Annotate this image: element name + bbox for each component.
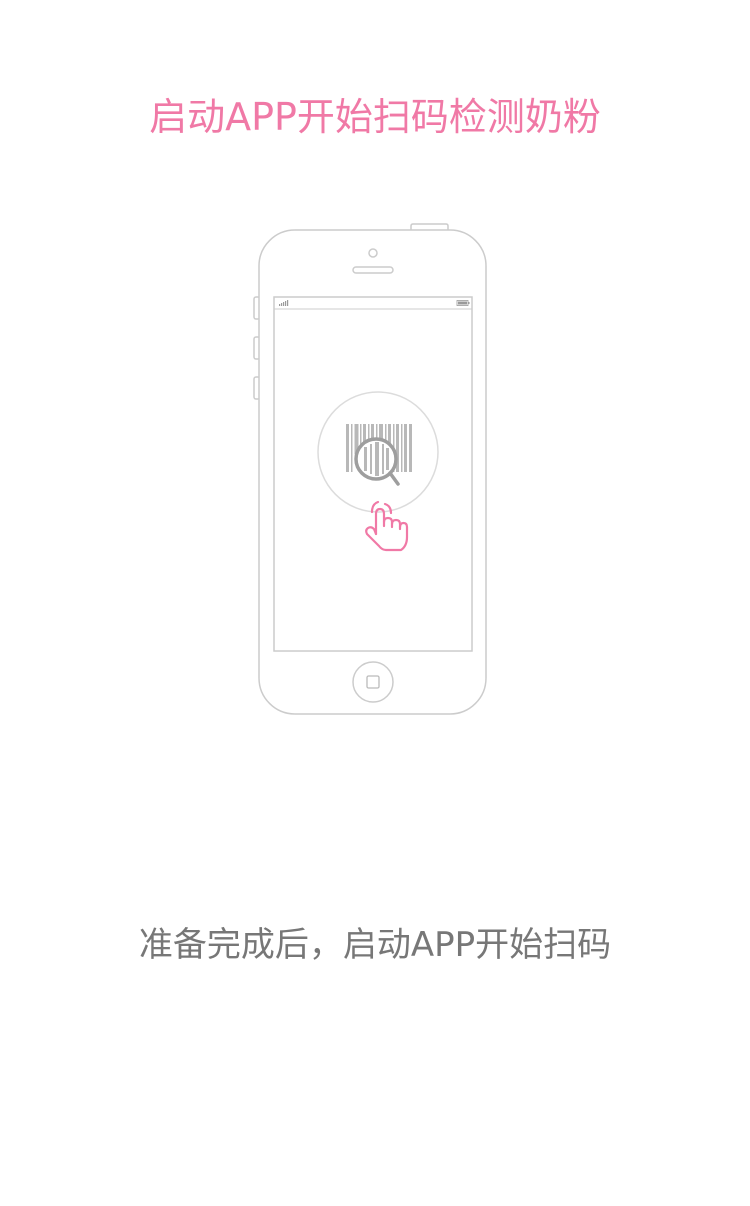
- home-button[interactable]: [352, 661, 394, 703]
- instruction-text: 准备完成后，启动APP开始扫码: [138, 925, 612, 965]
- phone-illustration: [240, 222, 510, 722]
- page-title: 启动APP开始扫码检测奶粉: [149, 95, 601, 139]
